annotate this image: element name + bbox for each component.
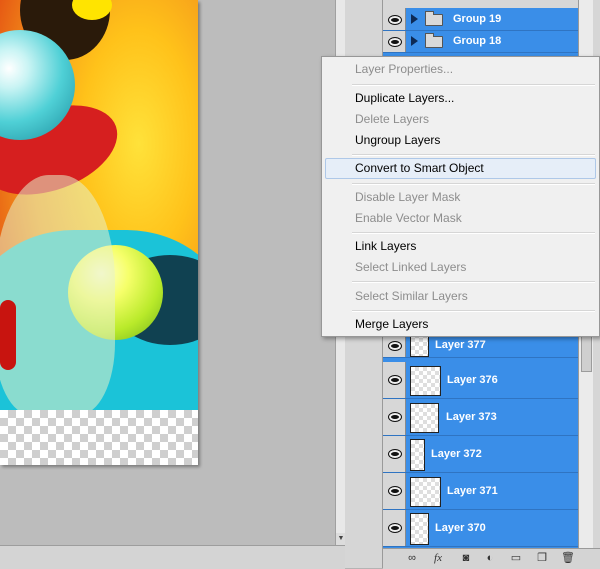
layer-group-row[interactable]: Group 19 [383, 8, 578, 31]
layer-thumbnail [410, 439, 425, 471]
layer-name: Layer 370 [435, 522, 486, 534]
layer-name: Layer 373 [446, 411, 497, 423]
visibility-toggle[interactable] [383, 473, 406, 509]
document-canvas[interactable] [0, 0, 335, 545]
layer-mask-icon[interactable]: ◙ [459, 552, 473, 565]
visibility-toggle[interactable] [383, 362, 406, 398]
layer-row[interactable]: Layer 371 [383, 473, 578, 510]
menu-item-delete-layers[interactable]: Delete Layers [355, 112, 429, 126]
folder-icon [425, 11, 443, 26]
layer-context-menu: Layer Properties... Duplicate Layers... … [321, 56, 600, 337]
expand-triangle-icon[interactable] [411, 36, 418, 46]
eye-icon [388, 15, 402, 25]
layer-thumbnail [410, 477, 441, 507]
menu-item-enable-vector-mask[interactable]: Enable Vector Mask [355, 211, 462, 225]
layer-thumbnail [410, 366, 441, 396]
layer-row[interactable]: Layer 376 [383, 362, 578, 399]
menu-separator [352, 84, 595, 86]
artwork-image[interactable] [0, 0, 198, 465]
menu-item-link-layers[interactable]: Link Layers [355, 239, 416, 253]
eye-icon [388, 375, 402, 385]
menu-separator [352, 281, 595, 283]
new-layer-icon[interactable]: ❐ [535, 552, 549, 565]
transparent-area [0, 410, 198, 465]
layer-name: Layer 377 [435, 339, 486, 351]
menu-separator [352, 310, 595, 312]
visibility-toggle[interactable] [383, 510, 406, 546]
layer-row[interactable]: Layer 373 [383, 399, 578, 436]
eye-icon [388, 449, 402, 459]
new-group-icon[interactable]: ▭ [509, 552, 523, 565]
adjustment-layer-icon[interactable]: ◐ [483, 552, 497, 565]
visibility-toggle[interactable] [383, 31, 406, 52]
trash-icon[interactable]: 🗑 [561, 552, 575, 565]
menu-separator [352, 154, 595, 156]
group-name: Group 18 [453, 35, 502, 47]
visibility-toggle[interactable] [383, 8, 406, 30]
eye-icon [388, 523, 402, 533]
layer-row[interactable]: Layer 370 [383, 510, 578, 547]
canvas-horizontal-scrollbar[interactable] [0, 545, 345, 569]
eye-icon [388, 412, 402, 422]
menu-item-convert-to-smart-object[interactable]: Convert to Smart Object [355, 161, 484, 175]
folder-icon [425, 33, 443, 48]
layers-panel-footer: ∞ fx ◙ ◐ ▭ ❐ 🗑 [383, 548, 600, 569]
layer-thumbnail [410, 513, 429, 545]
art-red-accent [0, 300, 16, 370]
menu-item-disable-layer-mask[interactable]: Disable Layer Mask [355, 190, 460, 204]
visibility-toggle[interactable] [383, 399, 406, 435]
layer-name: Layer 371 [447, 485, 498, 497]
layer-thumbnail [410, 403, 439, 433]
layer-row[interactable]: Layer 372 [383, 436, 578, 473]
menu-separator [352, 232, 595, 234]
expand-triangle-icon[interactable] [411, 14, 418, 24]
art-translucent-figure [0, 175, 115, 410]
link-icon[interactable]: ∞ [405, 552, 419, 565]
menu-item-layer-properties[interactable]: Layer Properties... [355, 62, 453, 76]
eye-icon [388, 486, 402, 496]
menu-item-select-linked-layers[interactable]: Select Linked Layers [355, 260, 466, 274]
group-name: Group 19 [453, 13, 502, 25]
menu-item-duplicate-layers[interactable]: Duplicate Layers... [355, 91, 454, 105]
eye-icon [388, 37, 402, 47]
menu-separator [352, 183, 595, 185]
menu-item-merge-layers[interactable]: Merge Layers [355, 317, 428, 331]
eye-icon [388, 341, 402, 351]
layer-group-row[interactable]: Group 18 [383, 31, 578, 53]
fx-icon[interactable]: fx [431, 552, 445, 565]
layer-name: Layer 376 [447, 374, 498, 386]
menu-item-ungroup-layers[interactable]: Ungroup Layers [355, 133, 440, 147]
artwork-background [0, 0, 198, 410]
menu-item-select-similar-layers[interactable]: Select Similar Layers [355, 289, 468, 303]
layers-list-top-edge [383, 0, 578, 8]
layer-name: Layer 372 [431, 448, 482, 460]
visibility-toggle[interactable] [383, 436, 406, 472]
